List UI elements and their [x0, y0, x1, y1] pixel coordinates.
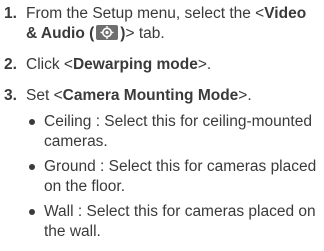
option-text: Wall : Select this for cameras placed on…	[44, 203, 316, 240]
video-audio-tab-icon	[96, 25, 119, 40]
step-1: 1. From the Setup menu, select the <Vide…	[4, 4, 320, 44]
step-text-pre: From the Setup menu, select the <	[26, 5, 265, 22]
step-number: 2.	[4, 56, 17, 73]
list-item: Ceiling : Select this for ceiling-mounte…	[26, 112, 320, 152]
camera-mounting-mode-label: Camera Mounting Mode	[62, 87, 239, 104]
bullet-icon	[29, 209, 35, 215]
bullet-icon	[29, 164, 35, 170]
step-2: 2. Click <Dewarping mode>.	[4, 55, 320, 75]
step-3: 3. Set <Camera Mounting Mode>. Ceiling :…	[4, 86, 320, 242]
step-text-pre: Set <	[26, 87, 63, 104]
step-text-pre: Click <	[26, 56, 73, 73]
option-text: Ceiling : Select this for ceiling-mounte…	[44, 113, 312, 150]
step-number: 3.	[4, 87, 17, 104]
list-item: Wall : Select this for cameras placed on…	[26, 202, 320, 242]
step-text-post: >.	[197, 56, 212, 73]
list-item: Ground : Select this for cameras placed …	[26, 157, 320, 197]
instruction-document: 1. From the Setup menu, select the <Vide…	[0, 0, 324, 251]
step-text-post: > tab.	[125, 25, 165, 42]
mounting-options-list: Ceiling : Select this for ceiling-mounte…	[26, 112, 320, 242]
dewarping-mode-label: Dewarping mode	[72, 56, 198, 73]
step-text-post: >.	[238, 87, 252, 104]
step-number: 1.	[4, 5, 17, 22]
bullet-icon	[29, 119, 35, 125]
option-text: Ground : Select this for cameras placed …	[44, 158, 317, 195]
